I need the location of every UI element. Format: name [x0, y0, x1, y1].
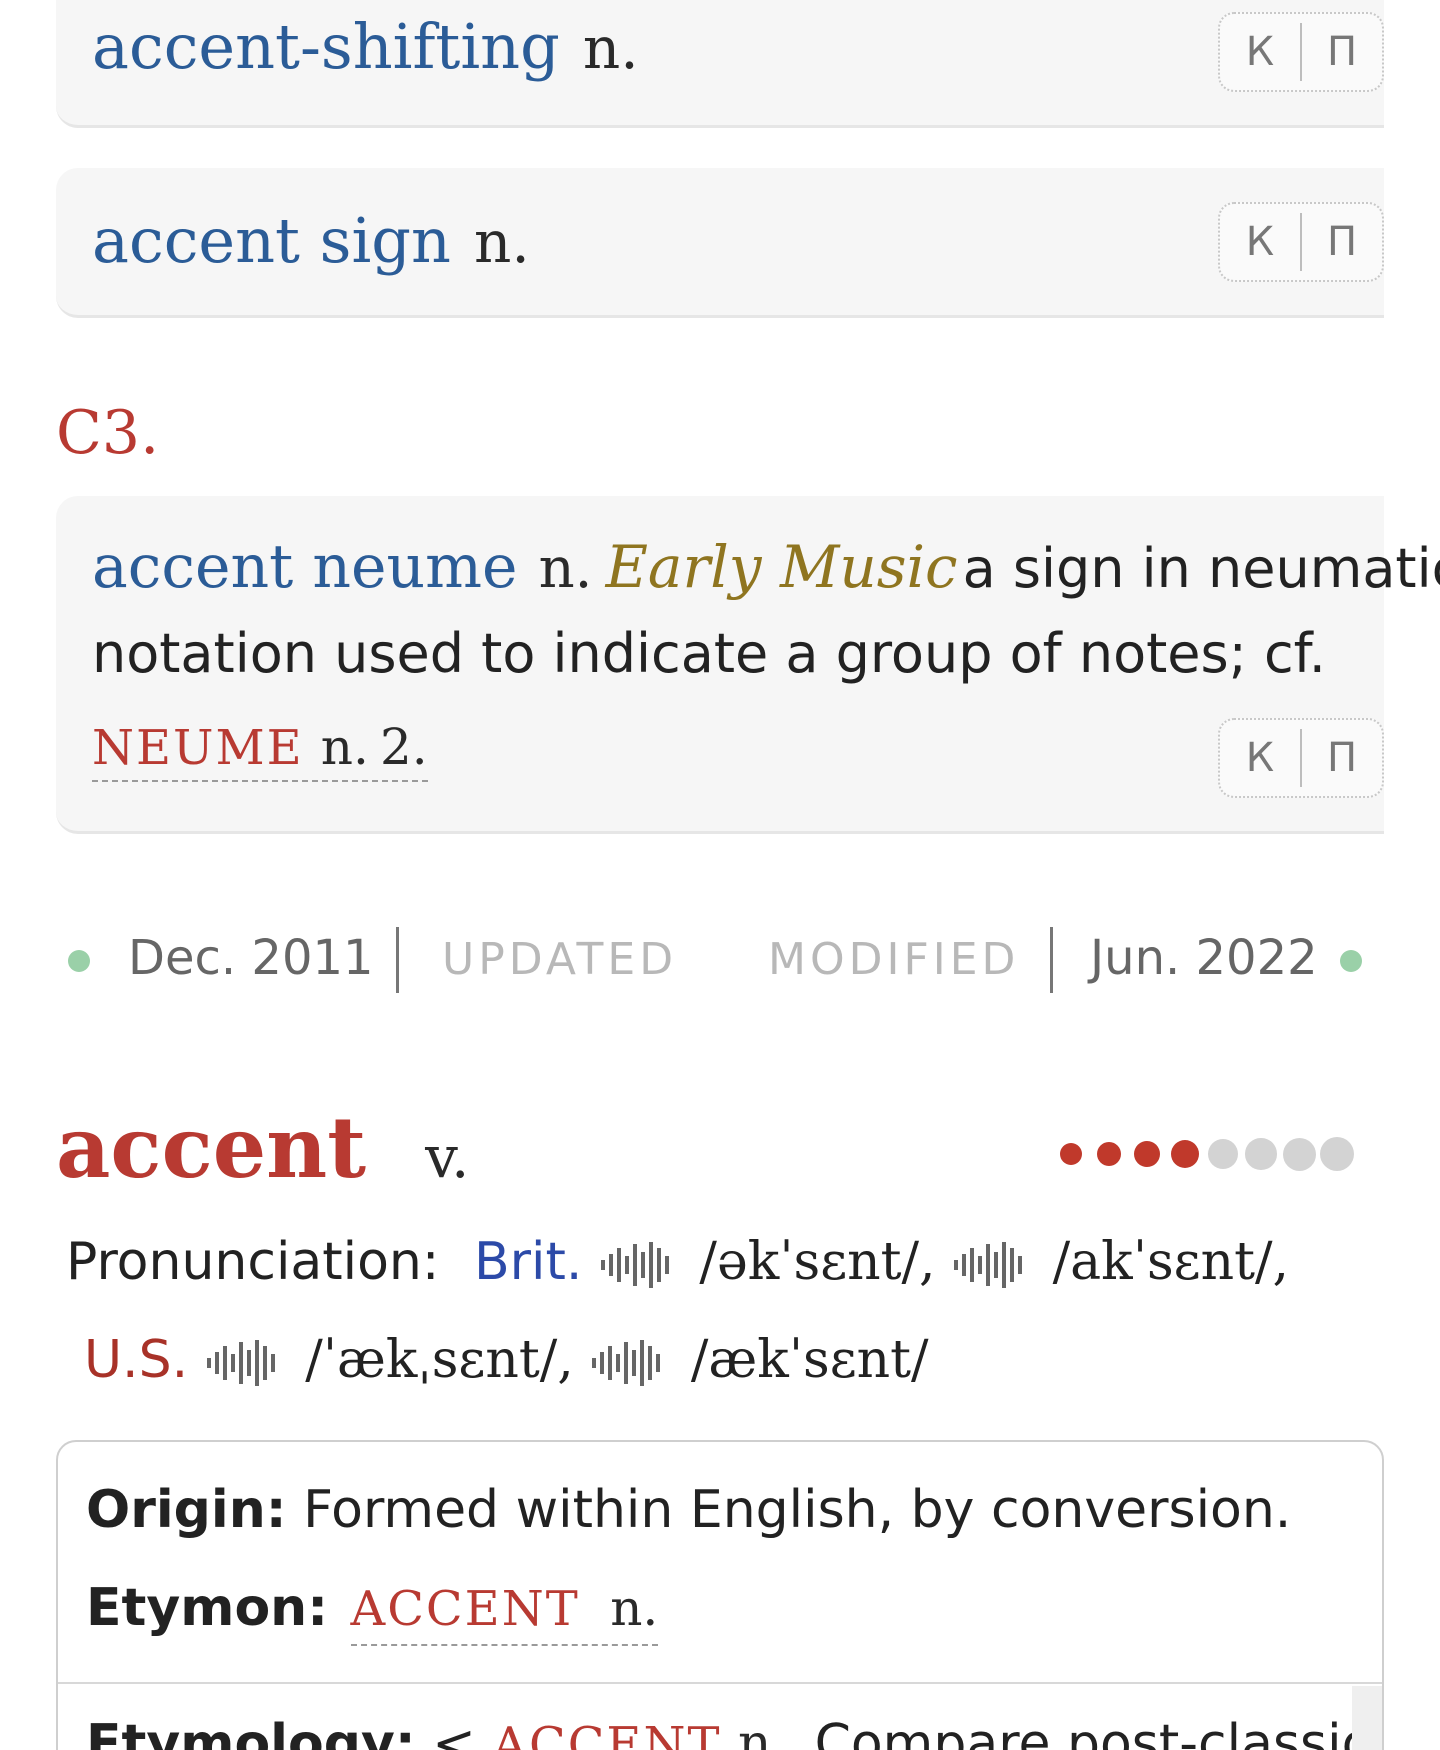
headword: accent: [56, 1098, 367, 1197]
frequency-dot: [1134, 1141, 1160, 1167]
entry-headline: accent neume n. Early Music a sign in ne…: [92, 532, 1440, 602]
entry-lemma[interactable]: accent-shifting: [92, 10, 560, 83]
pronunciation-line-2: U.S. /ˈækˌsɛnt/, /ækˈsɛnt/: [84, 1330, 929, 1390]
frequency-dot: [1208, 1139, 1238, 1169]
etymology-divider: [58, 1682, 1382, 1684]
audio-icon[interactable]: [952, 1238, 1036, 1292]
etymology-box: Origin: Formed within English, by conver…: [56, 1440, 1384, 1750]
headword-line: accent v.: [56, 1098, 469, 1197]
definition-text-line2: notation used to indicate a group of not…: [92, 622, 1326, 685]
audio-icon[interactable]: [599, 1238, 683, 1292]
entry-pos: n.: [538, 536, 593, 601]
first-date: Dec. 2011: [128, 930, 374, 986]
p-button[interactable]: П: [1302, 219, 1382, 265]
origin-line: Origin: Formed within English, by conver…: [86, 1480, 1291, 1540]
pronunciation-label: Pronunciation:: [66, 1232, 440, 1292]
ipa-transcription: /ækˈsɛnt/: [690, 1330, 929, 1390]
entry-headline: accent-shifting n.: [92, 10, 639, 83]
entry-pos: n.: [582, 14, 639, 82]
scrollbar[interactable]: [1352, 1686, 1382, 1750]
entry-headline: accent sign n.: [92, 204, 530, 277]
xref-pos: n.: [320, 718, 369, 776]
etymon-pos: n.: [610, 1579, 659, 1637]
headword-pos: v.: [425, 1123, 470, 1191]
ipa-transcription: /əkˈsɛnt/,: [699, 1232, 936, 1292]
k-button[interactable]: К: [1220, 29, 1300, 75]
date-dot-right: [1340, 950, 1362, 972]
xref-word: NEUME: [92, 720, 304, 776]
entry-pos: n.: [474, 208, 530, 276]
ipa-transcription: /ˈækˌsɛnt/,: [305, 1330, 574, 1390]
section-label: C3.: [56, 398, 160, 468]
date-divider-right: [1050, 927, 1053, 993]
modified-label: MODIFIED: [768, 934, 1020, 985]
ipa-transcription: /akˈsɛnt/,: [1052, 1232, 1290, 1292]
definition-text: a sign in neumatic: [962, 537, 1440, 600]
etymology-pos: n.: [738, 1714, 789, 1750]
origin-label: Origin:: [86, 1480, 287, 1540]
etymology-link[interactable]: ACCENT: [492, 1717, 721, 1750]
kp-button-group: К П: [1218, 12, 1384, 92]
etymon-label: Etymon:: [86, 1578, 328, 1638]
date-divider-left: [396, 927, 399, 993]
etymology-line: Etymology: < ACCENT n. Compare post-clas…: [86, 1714, 1384, 1750]
etymon-word: ACCENT: [350, 1581, 580, 1637]
us-label[interactable]: U.S.: [84, 1330, 188, 1390]
p-button[interactable]: П: [1302, 735, 1382, 781]
cross-reference-link[interactable]: NEUME n. 2.: [92, 718, 428, 782]
entry-lemma[interactable]: accent sign: [92, 204, 451, 277]
frequency-dot: [1319, 1136, 1355, 1172]
k-button[interactable]: К: [1220, 735, 1300, 781]
entry-card-accent-sign: accent sign n. К П: [56, 168, 1384, 318]
kp-button-group: К П: [1218, 718, 1384, 798]
kp-button-group: К П: [1218, 202, 1384, 282]
k-button[interactable]: К: [1220, 219, 1300, 265]
entry-lemma[interactable]: accent neume: [92, 532, 518, 602]
etymon-line: Etymon: ACCENT n.: [86, 1578, 659, 1646]
second-date: Jun. 2022: [1090, 930, 1318, 986]
etymon-link[interactable]: ACCENT n.: [350, 1578, 659, 1646]
updated-label: UPDATED: [442, 934, 678, 985]
origin-text: Formed within English, by conversion.: [303, 1480, 1292, 1540]
frequency-dot: [1171, 1140, 1199, 1168]
frequency-dot: [1282, 1137, 1316, 1171]
frequency-dot: [1060, 1143, 1082, 1165]
entry-card-accent-shifting: accent-shifting n. К П: [56, 0, 1384, 128]
frequency-dot: [1245, 1138, 1277, 1170]
subject-label[interactable]: Early Music: [606, 533, 958, 601]
p-button[interactable]: П: [1302, 29, 1382, 75]
entry-card-accent-neume: accent neume n. Early Music a sign in ne…: [56, 496, 1440, 834]
xref-sense: 2.: [379, 718, 428, 776]
etymology-label: Etymology:: [86, 1714, 416, 1750]
audio-icon[interactable]: [205, 1336, 289, 1390]
etymology-text: Compare post-classical: [814, 1714, 1384, 1750]
audio-icon[interactable]: [590, 1336, 674, 1390]
pronunciation-line-1: Pronunciation: Brit. /əkˈsɛnt/, /akˈsɛnt…: [66, 1232, 1289, 1292]
etymology-lt: <: [432, 1714, 476, 1750]
frequency-dot: [1097, 1142, 1121, 1166]
brit-label[interactable]: Brit.: [474, 1232, 582, 1292]
date-dot-left: [68, 950, 90, 972]
